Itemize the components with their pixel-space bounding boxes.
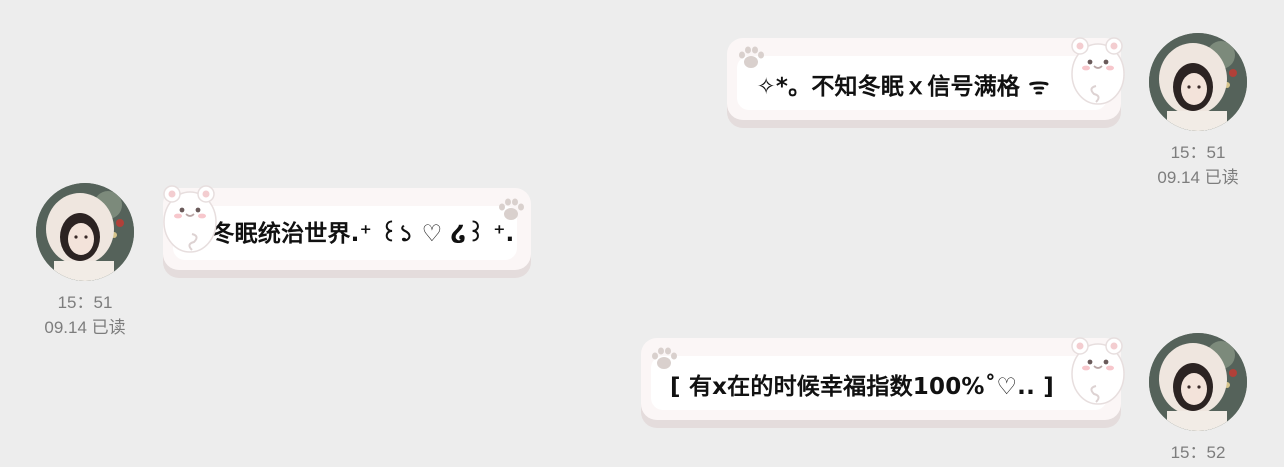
message-read-status: 09.14 已读 — [44, 318, 126, 337]
message-time: 15：51 — [1170, 143, 1226, 162]
message-text: [ 有x在的时候幸福指数100%˚♡.. ] — [670, 374, 1054, 400]
message-time: 15：51 — [57, 293, 113, 312]
message-text: ✧*。不知冬眠ｘ信号满格 ᯤ — [756, 74, 1050, 100]
message-meta: 15：51 09.14 已读 — [1138, 140, 1258, 190]
avatar[interactable] — [1149, 33, 1247, 131]
message-bubble-1[interactable]: ✧*。不知冬眠ｘ信号满格 ᯤ — [727, 38, 1121, 128]
paw-print-icon — [652, 347, 677, 369]
avatar[interactable] — [1149, 333, 1247, 431]
message-time: 15：52 — [1170, 443, 1226, 462]
white-bear-sticker-icon — [1071, 337, 1125, 405]
message-meta: 15：52 — [1138, 440, 1258, 465]
white-bear-sticker-icon — [1071, 37, 1125, 105]
paw-print-icon — [739, 46, 764, 68]
white-bear-sticker-icon — [163, 185, 217, 253]
message-meta: 15：51 09.14 已读 — [25, 290, 145, 340]
avatar[interactable] — [36, 183, 134, 281]
message-bubble-3[interactable]: [ 有x在的时候幸福指数100%˚♡.. ] — [641, 338, 1121, 428]
message-text: 冬眠统治世界.⁺ ꒰১ ♡ ໒꒱ ⁺. — [211, 221, 515, 247]
message-read-status: 09.14 已读 — [1157, 168, 1239, 187]
paw-print-icon — [499, 198, 524, 220]
